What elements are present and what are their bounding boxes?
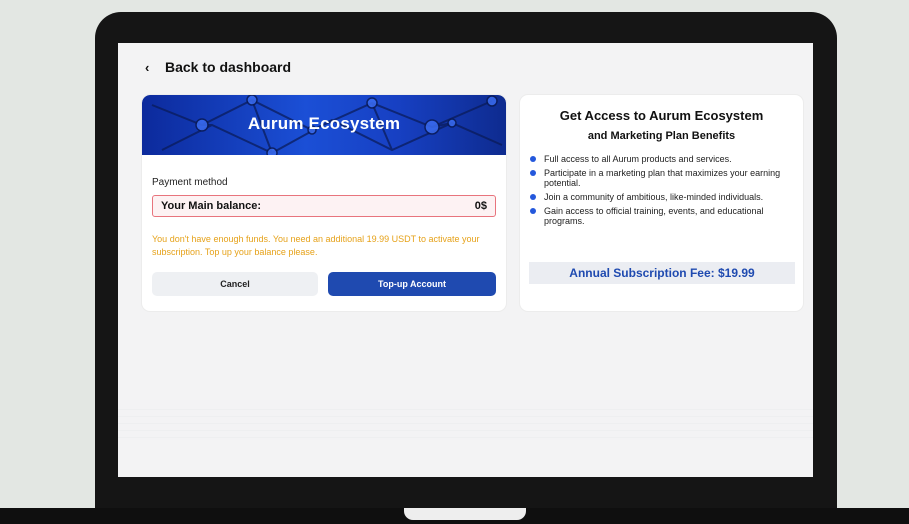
back-label: Back to dashboard <box>165 59 292 75</box>
banner: Aurum Ecosystem <box>142 95 506 155</box>
topup-account-button[interactable]: Top-up Account <box>328 272 496 296</box>
back-to-dashboard-link[interactable]: ‹ Back to dashboard <box>145 59 291 75</box>
benefit-text: Gain access to official training, events… <box>544 206 764 226</box>
subscription-fee: Annual Subscription Fee: $19.99 <box>529 262 795 284</box>
benefits-subtitle: and Marketing Plan Benefits <box>587 130 736 142</box>
benefit-text: Join a community of ambitious, like-mind… <box>544 192 764 202</box>
laptop-notch <box>404 508 526 520</box>
balance-label: Your Main balance: <box>161 200 262 212</box>
cancel-button[interactable]: Cancel <box>152 272 318 296</box>
background-pattern <box>118 403 813 443</box>
benefit-text: Participate in a marketing plan that max… <box>544 168 781 188</box>
benefit-item: Participate in a marketing plan that max… <box>530 168 792 188</box>
main-balance-field[interactable]: Your Main balance: 0$ <box>152 195 496 217</box>
benefit-item: Gain access to official training, events… <box>530 206 792 226</box>
balance-value: 0$ <box>474 200 487 212</box>
benefit-item: Full access to all Aurum products and se… <box>530 154 792 164</box>
bullet-icon <box>530 156 536 162</box>
insufficient-funds-warning: You don't have enough funds. You need an… <box>152 234 480 257</box>
bullet-icon <box>530 170 536 176</box>
benefits-title: Get Access to Aurum Ecosystem <box>559 108 764 123</box>
benefits-card: Get Access to Aurum Ecosystem and Market… <box>520 95 803 311</box>
bullet-icon <box>530 194 536 200</box>
payment-method-label: Payment method <box>152 177 228 188</box>
banner-title: Aurum Ecosystem <box>247 114 401 133</box>
payment-card: Aurum Ecosystem Payment method Your Main… <box>142 95 506 311</box>
benefit-item: Join a community of ambitious, like-mind… <box>530 192 792 202</box>
benefits-list: Full access to all Aurum products and se… <box>530 154 792 230</box>
bullet-icon <box>530 208 536 214</box>
chevron-left-icon: ‹ <box>145 59 150 75</box>
benefit-text: Full access to all Aurum products and se… <box>544 154 732 164</box>
app-screen: ‹ Back to dashboard Aurum Ecosystem Paym… <box>118 43 813 477</box>
